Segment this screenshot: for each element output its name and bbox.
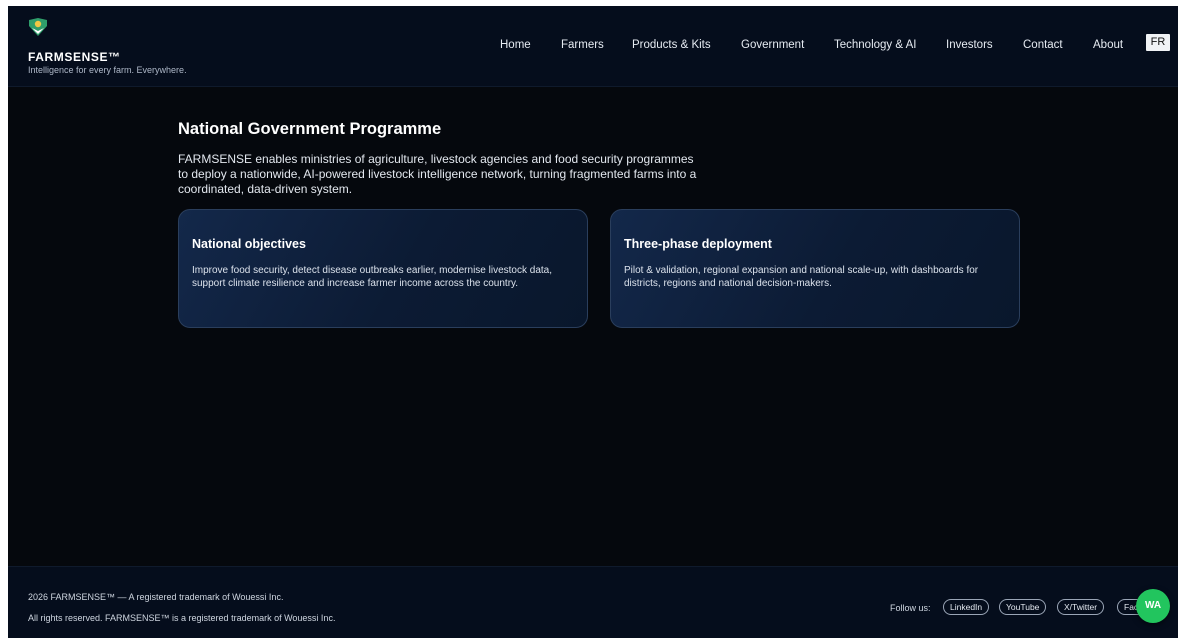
nav-home[interactable]: Home [500, 39, 531, 51]
social-twitter-link[interactable]: X/Twitter [1057, 599, 1105, 615]
card-title: National objectives [192, 237, 306, 251]
social-youtube-link[interactable]: YouTube [999, 599, 1047, 615]
card-body: Pilot & validation, regional expansion a… [624, 265, 979, 289]
intro-paragraph: FARMSENSE enables ministries of agricult… [178, 152, 697, 196]
nav-contact[interactable]: Contact [1023, 39, 1063, 51]
footer-rights: All rights reserved. FARMSENSE™ is a reg… [28, 613, 336, 623]
objectives-card: National objectives Improve food securit… [178, 209, 588, 328]
nav-investors[interactable]: Investors [946, 39, 993, 51]
follow-us-label: Follow us: [890, 603, 931, 613]
brand-tagline: Intelligence for every farm. Everywhere. [28, 65, 187, 75]
page-frame: FARMSENSE™ Intelligence for every farm. … [8, 6, 1178, 638]
whatsapp-chat-button[interactable]: WA [1136, 589, 1170, 623]
nav-farmers[interactable]: Farmers [561, 39, 604, 51]
nav-government[interactable]: Government [741, 39, 804, 51]
social-linkedin-link[interactable]: LinkedIn [943, 599, 990, 615]
deployment-card: Three-phase deployment Pilot & validatio… [610, 209, 1020, 328]
site-footer: 2026 FARMSENSE™ — A registered trademark… [8, 566, 1178, 638]
card-title: Three-phase deployment [624, 237, 772, 251]
page-title: National Government Programme [178, 120, 442, 138]
site-header: FARMSENSE™ Intelligence for every farm. … [8, 6, 1178, 87]
nav-technology-ai[interactable]: Technology & AI [834, 39, 916, 51]
card-body: Improve food security, detect disease ou… [192, 265, 552, 289]
footer-copyright: 2026 FARMSENSE™ — A registered trademark… [28, 592, 284, 602]
language-toggle-button[interactable]: FR [1146, 34, 1170, 51]
brand-name[interactable]: FARMSENSE™ [28, 50, 121, 64]
nav-products-kits[interactable]: Products & Kits [632, 39, 711, 51]
nav-about[interactable]: About [1093, 39, 1123, 51]
farmsense-logo-icon[interactable] [27, 16, 49, 38]
